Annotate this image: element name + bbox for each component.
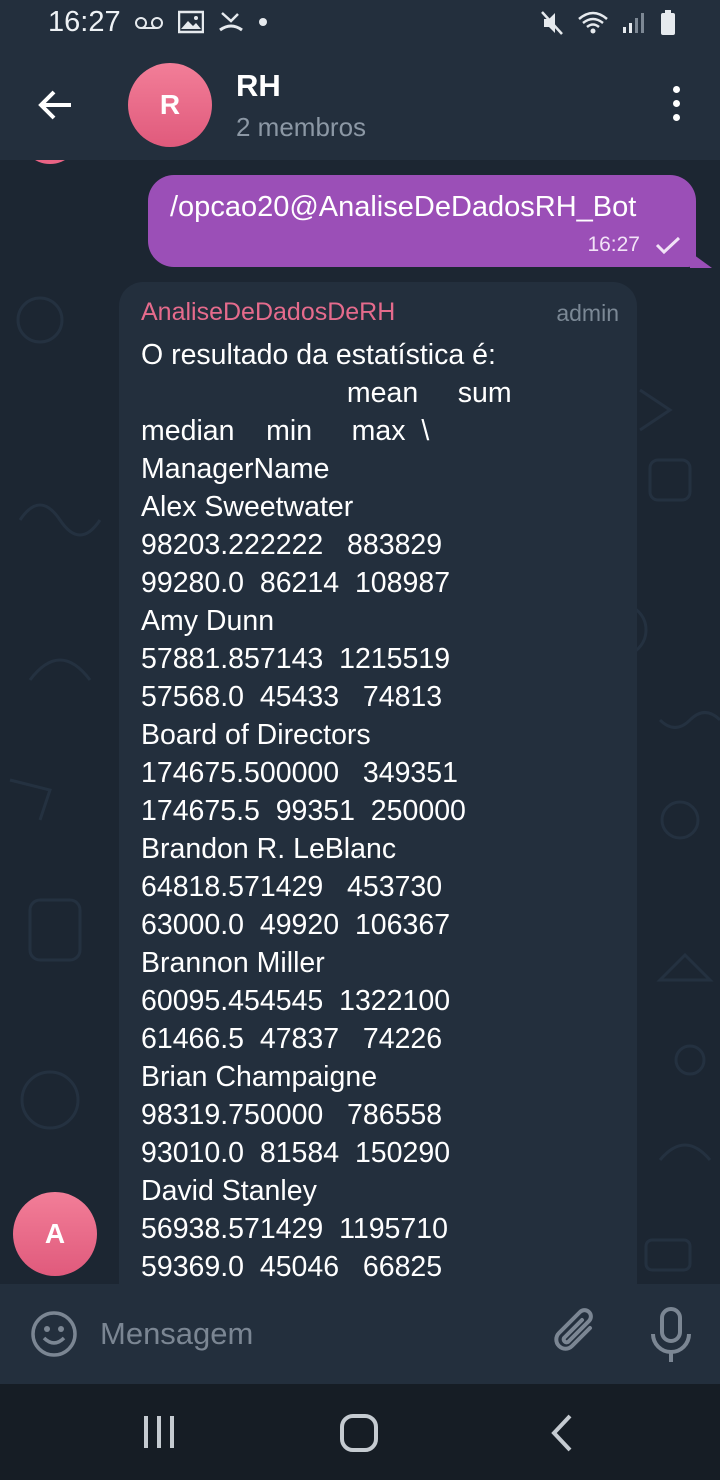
back-button[interactable]: [30, 80, 80, 130]
group-avatar[interactable]: R: [128, 63, 212, 147]
nav-back-icon[interactable]: [546, 1412, 578, 1454]
recent-apps-icon[interactable]: [140, 1410, 180, 1454]
members-count: 2 membros: [236, 112, 367, 142]
admin-badge: admin: [556, 300, 619, 326]
message-composer: [0, 1284, 720, 1384]
message-input[interactable]: [100, 1310, 530, 1358]
voicemail-icon: [135, 17, 163, 29]
sender-avatar[interactable]: A: [13, 1192, 97, 1276]
more-vertical-icon: [666, 86, 686, 121]
paperclip-icon[interactable]: [550, 1306, 602, 1362]
missed-call-icon: [219, 12, 243, 32]
incoming-message-text: O resultado da estatística é: mean sum m…: [141, 339, 512, 1283]
incoming-message[interactable]: AnaliseDeDadosDeRH admin O resultado da …: [119, 282, 637, 1284]
chat-title[interactable]: RH: [236, 68, 281, 104]
system-navigation-bar: [0, 1384, 720, 1480]
message-time: 16:27: [587, 233, 640, 256]
signal-icon: [623, 13, 644, 33]
status-right-icons: [540, 10, 676, 36]
dot-icon: [259, 18, 267, 26]
emoji-icon[interactable]: [30, 1310, 78, 1358]
sender-name[interactable]: AnaliseDeDadosDeRH: [141, 298, 395, 327]
more-menu-button[interactable]: [666, 86, 686, 126]
arrow-left-icon: [38, 90, 71, 120]
home-icon[interactable]: [338, 1412, 380, 1454]
outgoing-message-text: /opcao20@AnaliseDeDadosRH_Bot: [170, 191, 637, 223]
check-icon: [655, 236, 681, 255]
mute-icon: [541, 11, 563, 35]
status-time: 16:27: [48, 6, 121, 38]
image-icon: [178, 10, 204, 34]
status-left-icons: [134, 10, 268, 34]
chat-area[interactable]: /opcao20@AnaliseDeDadosRH_Bot 16:27 Anal…: [0, 160, 720, 1284]
chat-header: R RH 2 membros: [0, 50, 720, 160]
status-bar: 16:27: [0, 0, 720, 50]
battery-icon: [661, 10, 675, 35]
outgoing-message[interactable]: /opcao20@AnaliseDeDadosRH_Bot 16:27: [148, 175, 696, 267]
microphone-icon[interactable]: [648, 1306, 694, 1364]
wifi-icon: [578, 11, 608, 34]
